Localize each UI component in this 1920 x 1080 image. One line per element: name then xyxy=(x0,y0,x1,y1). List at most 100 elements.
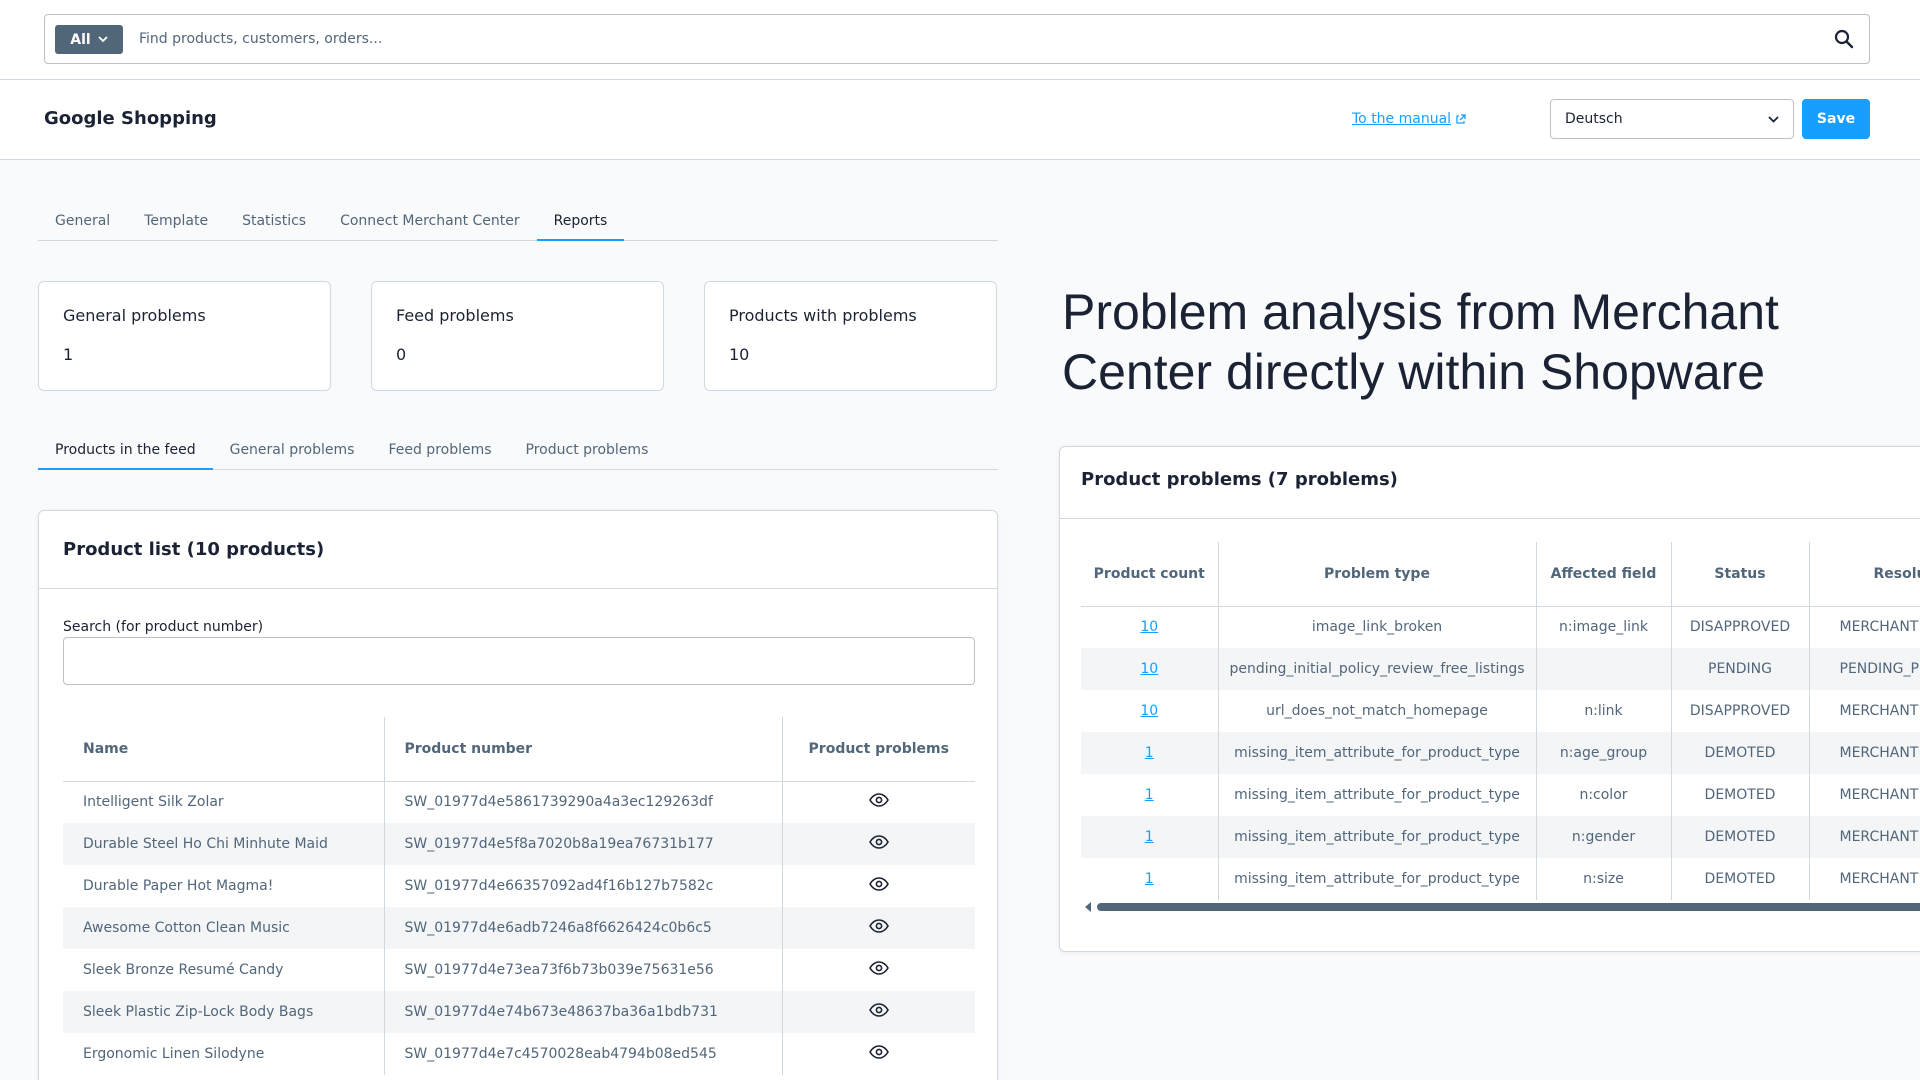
column-header-resolution[interactable]: Resolu xyxy=(1809,542,1920,606)
tab-reports[interactable]: Reports xyxy=(536,201,625,241)
product-count-link[interactable]: 10 xyxy=(1140,703,1158,719)
eye-icon xyxy=(868,1003,889,1017)
product-name-cell: Awesome Cotton Clean Music xyxy=(63,907,385,949)
affected-field-cell: n:gender xyxy=(1536,816,1672,858)
eye-icon xyxy=(868,961,889,975)
resolution-cell: MERCHANT xyxy=(1809,816,1920,858)
product-problems-title: Product problems (7 problems) xyxy=(1081,469,1398,490)
tab-general[interactable]: General xyxy=(38,201,127,240)
tab-products-in-the-feed[interactable]: Products in the feed xyxy=(38,430,213,470)
eye-icon xyxy=(868,919,889,933)
language-select[interactable]: Deutsch xyxy=(1550,99,1794,139)
problem-type-cell: pending_initial_policy_review_free_listi… xyxy=(1218,648,1537,690)
column-header-product-problems: Product problems xyxy=(808,740,949,757)
column-header-status[interactable]: Status xyxy=(1671,542,1810,606)
tab-feed-problems[interactable]: Feed problems xyxy=(371,430,508,469)
status-cell: DISAPPROVED xyxy=(1671,690,1810,732)
view-problems-button[interactable] xyxy=(782,1033,975,1075)
product-count-link[interactable]: 1 xyxy=(1145,745,1154,761)
manual-link-label: To the manual xyxy=(1352,111,1452,127)
eye-icon xyxy=(868,877,889,891)
table-row: 1 missing_item_attribute_for_product_type… xyxy=(1081,774,1920,816)
column-header-name[interactable]: Name xyxy=(63,717,385,781)
affected-field-cell: n:size xyxy=(1536,858,1672,900)
stat-card-products-with-problems: Products with problems 10 xyxy=(704,281,997,391)
scroll-left-arrow-icon[interactable] xyxy=(1085,902,1091,912)
stat-value: 10 xyxy=(729,345,750,364)
view-problems-button[interactable] xyxy=(782,949,975,991)
product-count-link[interactable]: 10 xyxy=(1140,661,1158,677)
product-number-cell: SW_01977d4e73ea73f6b73b039e75631e56 xyxy=(384,949,783,991)
stat-value: 1 xyxy=(63,345,74,364)
view-problems-button[interactable] xyxy=(782,823,975,865)
problem-type-cell: missing_item_attribute_for_product_type xyxy=(1218,858,1537,900)
tab-connect-merchant-center[interactable]: Connect Merchant Center xyxy=(323,201,537,240)
page-title: Google Shopping xyxy=(44,108,217,129)
tab-general-problems[interactable]: General problems xyxy=(213,430,372,469)
product-count-link[interactable]: 1 xyxy=(1145,787,1154,803)
stat-card-feed-problems: Feed problems 0 xyxy=(371,281,664,391)
resolution-cell: PENDING_PR xyxy=(1809,648,1920,690)
table-row: 10 pending_initial_policy_review_free_lis… xyxy=(1081,648,1920,690)
product-count-cell: 1 xyxy=(1081,732,1219,774)
search-scope-label: All xyxy=(70,31,91,48)
language-select-value: Deutsch xyxy=(1565,111,1623,127)
product-list-card: Product list (10 products) Search (for p… xyxy=(38,510,998,1080)
report-sub-tabs: Products in the feed General problems Fe… xyxy=(38,430,998,470)
search-scope-dropdown[interactable]: All xyxy=(55,25,123,54)
product-count-cell: 10 xyxy=(1081,648,1219,690)
stat-value: 0 xyxy=(396,345,407,364)
product-count-link[interactable]: 1 xyxy=(1145,871,1154,887)
eye-icon xyxy=(868,1045,889,1059)
product-count-link[interactable]: 1 xyxy=(1145,829,1154,845)
product-number-search-input[interactable] xyxy=(63,637,975,685)
product-count-cell: 1 xyxy=(1081,774,1219,816)
product-problems-table: Product count Problem type Affected fiel… xyxy=(1081,542,1920,900)
top-search-bar: All xyxy=(0,0,1920,80)
table-row: Sleek Plastic Zip-Lock Body Bags SW_01977… xyxy=(63,991,975,1033)
search-icon[interactable] xyxy=(1833,28,1855,50)
eye-icon xyxy=(868,835,889,849)
product-list-title: Product list (10 products) xyxy=(63,539,325,560)
product-name-cell: Durable Steel Ho Chi Minhute Maid xyxy=(63,823,385,865)
problem-type-cell: missing_item_attribute_for_product_type xyxy=(1218,732,1537,774)
horizontal-scrollbar[interactable] xyxy=(1081,901,1920,912)
affected-field-cell: n:link xyxy=(1536,690,1672,732)
resolution-cell: MERCHANT xyxy=(1809,732,1920,774)
table-header-row: Product count Problem type Affected fiel… xyxy=(1081,542,1920,606)
product-count-link[interactable]: 10 xyxy=(1140,619,1158,635)
stat-label: Products with problems xyxy=(729,306,917,325)
product-number-search-label: Search (for product number) xyxy=(63,619,264,635)
eye-icon xyxy=(868,793,889,808)
status-cell: DISAPPROVED xyxy=(1671,606,1810,648)
save-button[interactable]: Save xyxy=(1802,99,1870,139)
column-header-affected-field[interactable]: Affected field xyxy=(1536,542,1672,606)
table-row: Durable Paper Hot Magma! SW_01977d4e66357… xyxy=(63,865,975,907)
view-problems-button[interactable] xyxy=(782,991,975,1033)
product-number-cell: SW_01977d4e6adb7246a8f6626424c0b6c5 xyxy=(384,907,783,949)
resolution-cell: MERCHANT xyxy=(1839,703,1919,719)
tab-statistics[interactable]: Statistics xyxy=(225,201,323,240)
view-problems-button[interactable] xyxy=(782,907,975,949)
view-problems-button[interactable] xyxy=(782,865,975,907)
column-header-product-count[interactable]: Product count xyxy=(1081,542,1219,606)
stat-label: General problems xyxy=(63,306,206,325)
tab-product-problems[interactable]: Product problems xyxy=(509,430,666,469)
search-input[interactable] xyxy=(139,16,1789,62)
product-problems-card: Product problems (7 problems) Product co… xyxy=(1059,446,1920,952)
product-name-cell: Durable Paper Hot Magma! xyxy=(63,865,385,907)
scrollbar-thumb[interactable] xyxy=(1097,903,1920,911)
chevron-down-icon xyxy=(1768,115,1779,123)
status-cell: DEMOTED xyxy=(1671,816,1810,858)
tab-template[interactable]: Template xyxy=(127,201,225,240)
table-row: Intelligent Silk Zolar SW_01977d4e5861739… xyxy=(63,781,975,823)
product-number-cell: SW_01977d4e74b673e48637ba36a1bdb731 xyxy=(384,991,783,1033)
manual-link[interactable]: To the manual xyxy=(1352,111,1466,127)
column-header-product-number[interactable]: Product number xyxy=(384,717,783,781)
problem-type-cell: missing_item_attribute_for_product_type xyxy=(1218,816,1537,858)
resolution-cell: MERCHANT xyxy=(1839,871,1919,887)
table-row: Ergonomic Linen Silodyne SW_01977d4e7c457… xyxy=(63,1033,975,1075)
view-problems-button[interactable] xyxy=(782,781,975,823)
affected-field-cell: n:color xyxy=(1536,774,1672,816)
column-header-problem-type[interactable]: Problem type xyxy=(1218,542,1537,606)
